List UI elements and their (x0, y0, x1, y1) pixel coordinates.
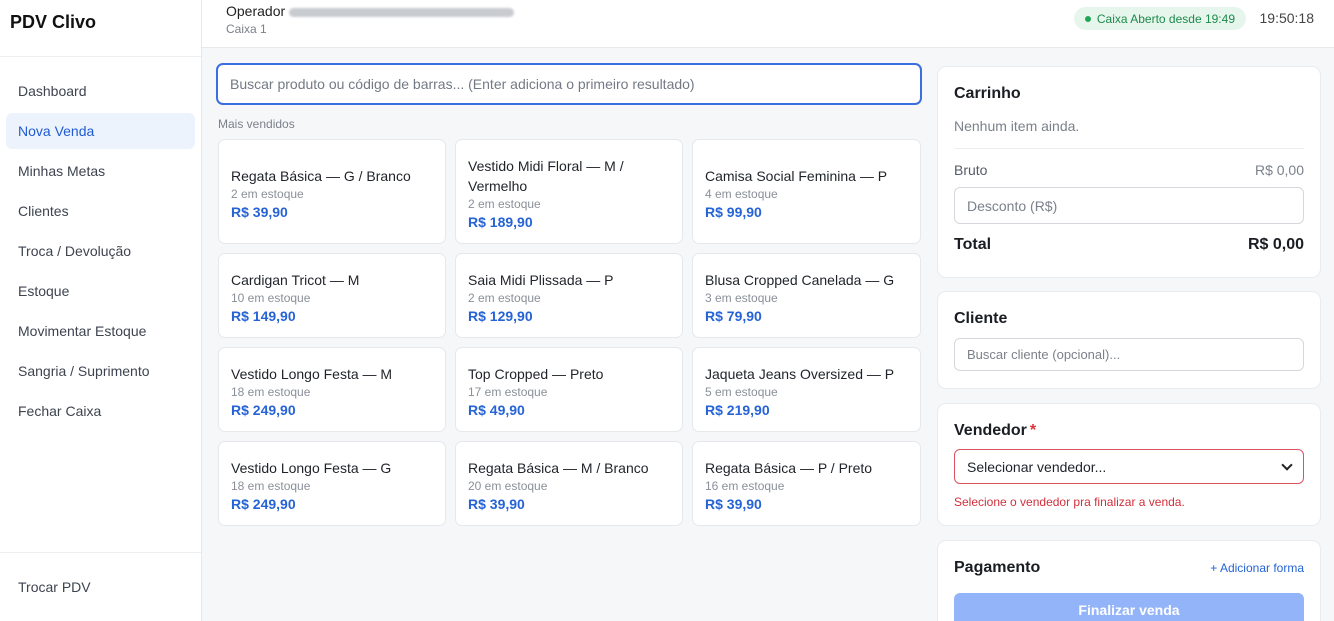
status-badge: Caixa Aberto desde 19:49 (1073, 7, 1246, 30)
sidebar-item-dashboard[interactable]: Dashboard (6, 73, 195, 109)
sidebar-item-nova-venda[interactable]: Nova Venda (6, 113, 195, 149)
gross-value: R$ 0,00 (1254, 162, 1304, 178)
product-price: R$ 249,90 (231, 495, 296, 512)
payment-title: Pagamento (954, 559, 1041, 576)
finish-sale-button[interactable]: Finalizar venda (954, 593, 1304, 621)
chevron-down-icon (1281, 458, 1293, 471)
seller-select[interactable]: Selecionar vendedor... (954, 449, 1304, 484)
required-mark: * (1029, 422, 1037, 439)
product-card[interactable]: Top Cropped — Preto 17 em estoque R$ 49,90 (455, 347, 683, 432)
payment-header: Pagamento + Adicionar forma (954, 559, 1304, 577)
product-name: Blusa Cropped Canelada — G (705, 271, 895, 288)
product-name: Vestido Longo Festa — G (231, 459, 392, 476)
seller-title-text: Vendedor (954, 422, 1027, 439)
total-value: R$ 0,00 (1247, 236, 1304, 253)
product-card[interactable]: Vestido Midi Floral — M / Vermelho 2 em e… (455, 139, 683, 244)
product-card[interactable]: Regata Básica — P / Preto 16 em estoque R$… (692, 441, 921, 526)
product-stock: 17 em estoque (468, 384, 548, 399)
product-card[interactable]: Blusa Cropped Canelada — G 3 em estoque R$… (692, 253, 921, 338)
total-label: Total (954, 236, 992, 253)
cart-empty-text: Nenhum item ainda. (954, 118, 1304, 149)
product-stock: 4 em estoque (705, 186, 778, 201)
product-stock: 20 em estoque (468, 478, 548, 493)
gross-label: Bruto (954, 162, 988, 178)
product-card[interactable]: Saia Midi Plissada — P 2 em estoque R$ 129… (455, 253, 683, 338)
seller-panel: Vendedor * Selecionar vendedor... Selecio… (937, 403, 1321, 526)
product-name: Regata Básica — P / Preto (705, 459, 873, 476)
topbar: Operador Caixa 1 Caixa Aberto desde 19:4… (202, 0, 1334, 48)
product-stock: 2 em estoque (468, 196, 541, 211)
cart-title: Carrinho (954, 85, 1021, 102)
product-card[interactable]: Jaqueta Jeans Oversized — P 5 em estoque R… (692, 347, 921, 432)
customer-title: Cliente (954, 310, 1008, 327)
sidebar-item-fechar-caixa[interactable]: Fechar Caixa (6, 393, 195, 429)
sidebar-item-minhas-metas[interactable]: Minhas Metas (6, 153, 195, 189)
operator-label: Operador (226, 3, 286, 19)
best-sellers-label: Mais vendidos (218, 117, 295, 131)
product-stock: 2 em estoque (231, 186, 304, 201)
switch-pdv-button[interactable]: Trocar PDV (0, 552, 201, 621)
product-stock: 16 em estoque (705, 478, 785, 493)
product-search-input[interactable] (216, 63, 922, 105)
sidebar-item-troca-devolucao[interactable]: Troca / Devolução (6, 233, 195, 269)
product-name: Cardigan Tricot — M (231, 271, 360, 288)
sidebar-item-estoque[interactable]: Estoque (6, 273, 195, 309)
product-card[interactable]: Vestido Longo Festa — M 18 em estoque R$ 2… (218, 347, 446, 432)
status-dot-icon (1084, 15, 1091, 22)
product-name: Vestido Longo Festa — M (231, 365, 393, 382)
product-stock: 18 em estoque (231, 384, 311, 399)
product-stock: 18 em estoque (231, 478, 311, 493)
product-stock: 10 em estoque (231, 290, 311, 305)
customer-search-input[interactable] (954, 338, 1304, 371)
brand-logo: PDV Clivo (0, 0, 201, 57)
product-price: R$ 39,90 (705, 495, 762, 512)
discount-input[interactable] (954, 187, 1304, 224)
operator-name: Operador (226, 3, 515, 19)
product-price: R$ 99,90 (705, 203, 762, 220)
redacted-name (289, 7, 515, 17)
sidebar-item-movimentar-estoque[interactable]: Movimentar Estoque (6, 313, 195, 349)
seller-error-message: Selecione o vendedor pra finalizar a ven… (954, 495, 1185, 509)
add-payment-method-link[interactable]: + Adicionar forma (1210, 561, 1304, 575)
product-name: Vestido Midi Floral — M / Vermelho (468, 157, 624, 194)
sidebar-nav: Dashboard Nova Venda Minhas Metas Client… (0, 57, 201, 429)
product-price: R$ 39,90 (468, 495, 525, 512)
product-price: R$ 39,90 (231, 203, 288, 220)
product-price: R$ 249,90 (231, 401, 296, 418)
product-name: Regata Básica — G / Branco (231, 167, 411, 184)
product-price: R$ 129,90 (468, 307, 533, 324)
product-stock: 5 em estoque (705, 384, 778, 399)
payment-panel: Pagamento + Adicionar forma Finalizar ve… (937, 540, 1321, 621)
total-row: Total R$ 0,00 (954, 236, 1304, 254)
seller-select-value: Selecionar vendedor... (967, 458, 1107, 475)
gross-row: Bruto R$ 0,00 (954, 162, 1304, 178)
product-grid: Regata Básica — G / Branco 2 em estoque R$… (218, 139, 921, 526)
product-card[interactable]: Regata Básica — M / Branco 20 em estoque R… (455, 441, 683, 526)
sidebar-item-clientes[interactable]: Clientes (6, 193, 195, 229)
product-price: R$ 149,90 (231, 307, 296, 324)
product-price: R$ 219,90 (705, 401, 770, 418)
register-name: Caixa 1 (226, 22, 267, 36)
product-card[interactable]: Cardigan Tricot — M 10 em estoque R$ 149,9… (218, 253, 446, 338)
product-name: Top Cropped — Preto (468, 365, 604, 382)
product-name: Regata Básica — M / Branco (468, 459, 649, 476)
product-name: Jaqueta Jeans Oversized — P (705, 365, 895, 382)
product-card[interactable]: Camisa Social Feminina — P 4 em estoque R$… (692, 139, 921, 244)
status-text: Caixa Aberto desde 19:49 (1096, 11, 1235, 26)
product-stock: 3 em estoque (705, 290, 778, 305)
sidebar-item-sangria-suprimento[interactable]: Sangria / Suprimento (6, 353, 195, 389)
product-price: R$ 189,90 (468, 213, 533, 230)
product-card[interactable]: Regata Básica — G / Branco 2 em estoque R$… (218, 139, 446, 244)
customer-panel: Cliente (937, 291, 1321, 389)
product-price: R$ 79,90 (705, 307, 762, 324)
product-price: R$ 49,90 (468, 401, 525, 418)
clock: 19:50:18 (1259, 10, 1315, 26)
sidebar: PDV Clivo Dashboard Nova Venda Minhas Me… (0, 0, 202, 621)
product-name: Camisa Social Feminina — P (705, 167, 888, 184)
product-stock: 2 em estoque (468, 290, 541, 305)
cart-panel: Carrinho Nenhum item ainda. Bruto R$ 0,0… (937, 66, 1321, 278)
product-card[interactable]: Vestido Longo Festa — G 18 em estoque R$ 2… (218, 441, 446, 526)
product-name: Saia Midi Plissada — P (468, 271, 614, 288)
seller-title: Vendedor * (954, 422, 1304, 440)
